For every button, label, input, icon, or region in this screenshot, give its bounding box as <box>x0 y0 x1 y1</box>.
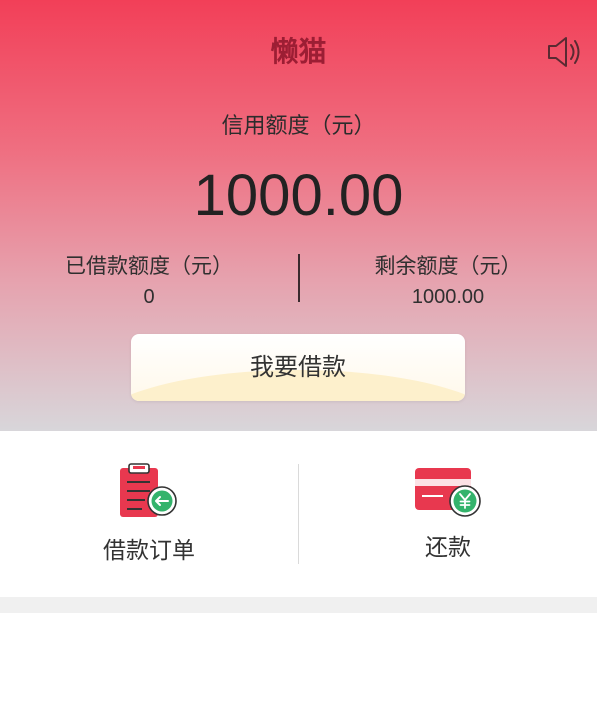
speaker-icon[interactable] <box>545 33 583 71</box>
empty-content-area <box>0 613 597 714</box>
credit-header: 懒猫 信用额度（元） 1000.00 已借款额度（元） 0 剩余额度（元） 10… <box>0 0 597 431</box>
repayment-label: 还款 <box>425 535 471 561</box>
clipboard-order-icon <box>120 463 177 517</box>
remaining-amount-value: 1000.00 <box>411 286 485 308</box>
quick-actions: 借款订单 还款 <box>0 431 597 597</box>
loan-orders-label: 借款订单 <box>103 538 195 564</box>
credit-limit-label: 信用额度（元） <box>221 114 376 139</box>
borrowed-amount-value: 0 <box>143 286 155 308</box>
borrow-button[interactable]: 我要借款 <box>131 334 465 401</box>
remaining-amount-label: 剩余额度（元） <box>374 254 522 278</box>
card-yuan-icon <box>415 468 481 517</box>
page-title: 懒猫 <box>270 35 327 68</box>
borrowed-amount-label: 已借款额度（元） <box>65 254 233 278</box>
repayment-button[interactable]: 还款 <box>299 431 597 597</box>
remaining-amount-stat: 剩余额度（元） 1000.00 <box>299 250 597 309</box>
borrowed-amount-stat: 已借款额度（元） 0 <box>0 250 298 309</box>
loan-orders-button[interactable]: 借款订单 <box>0 431 298 597</box>
section-divider <box>0 597 597 613</box>
borrow-button-label: 我要借款 <box>250 353 346 381</box>
credit-limit-amount: 1000.00 <box>193 163 404 228</box>
